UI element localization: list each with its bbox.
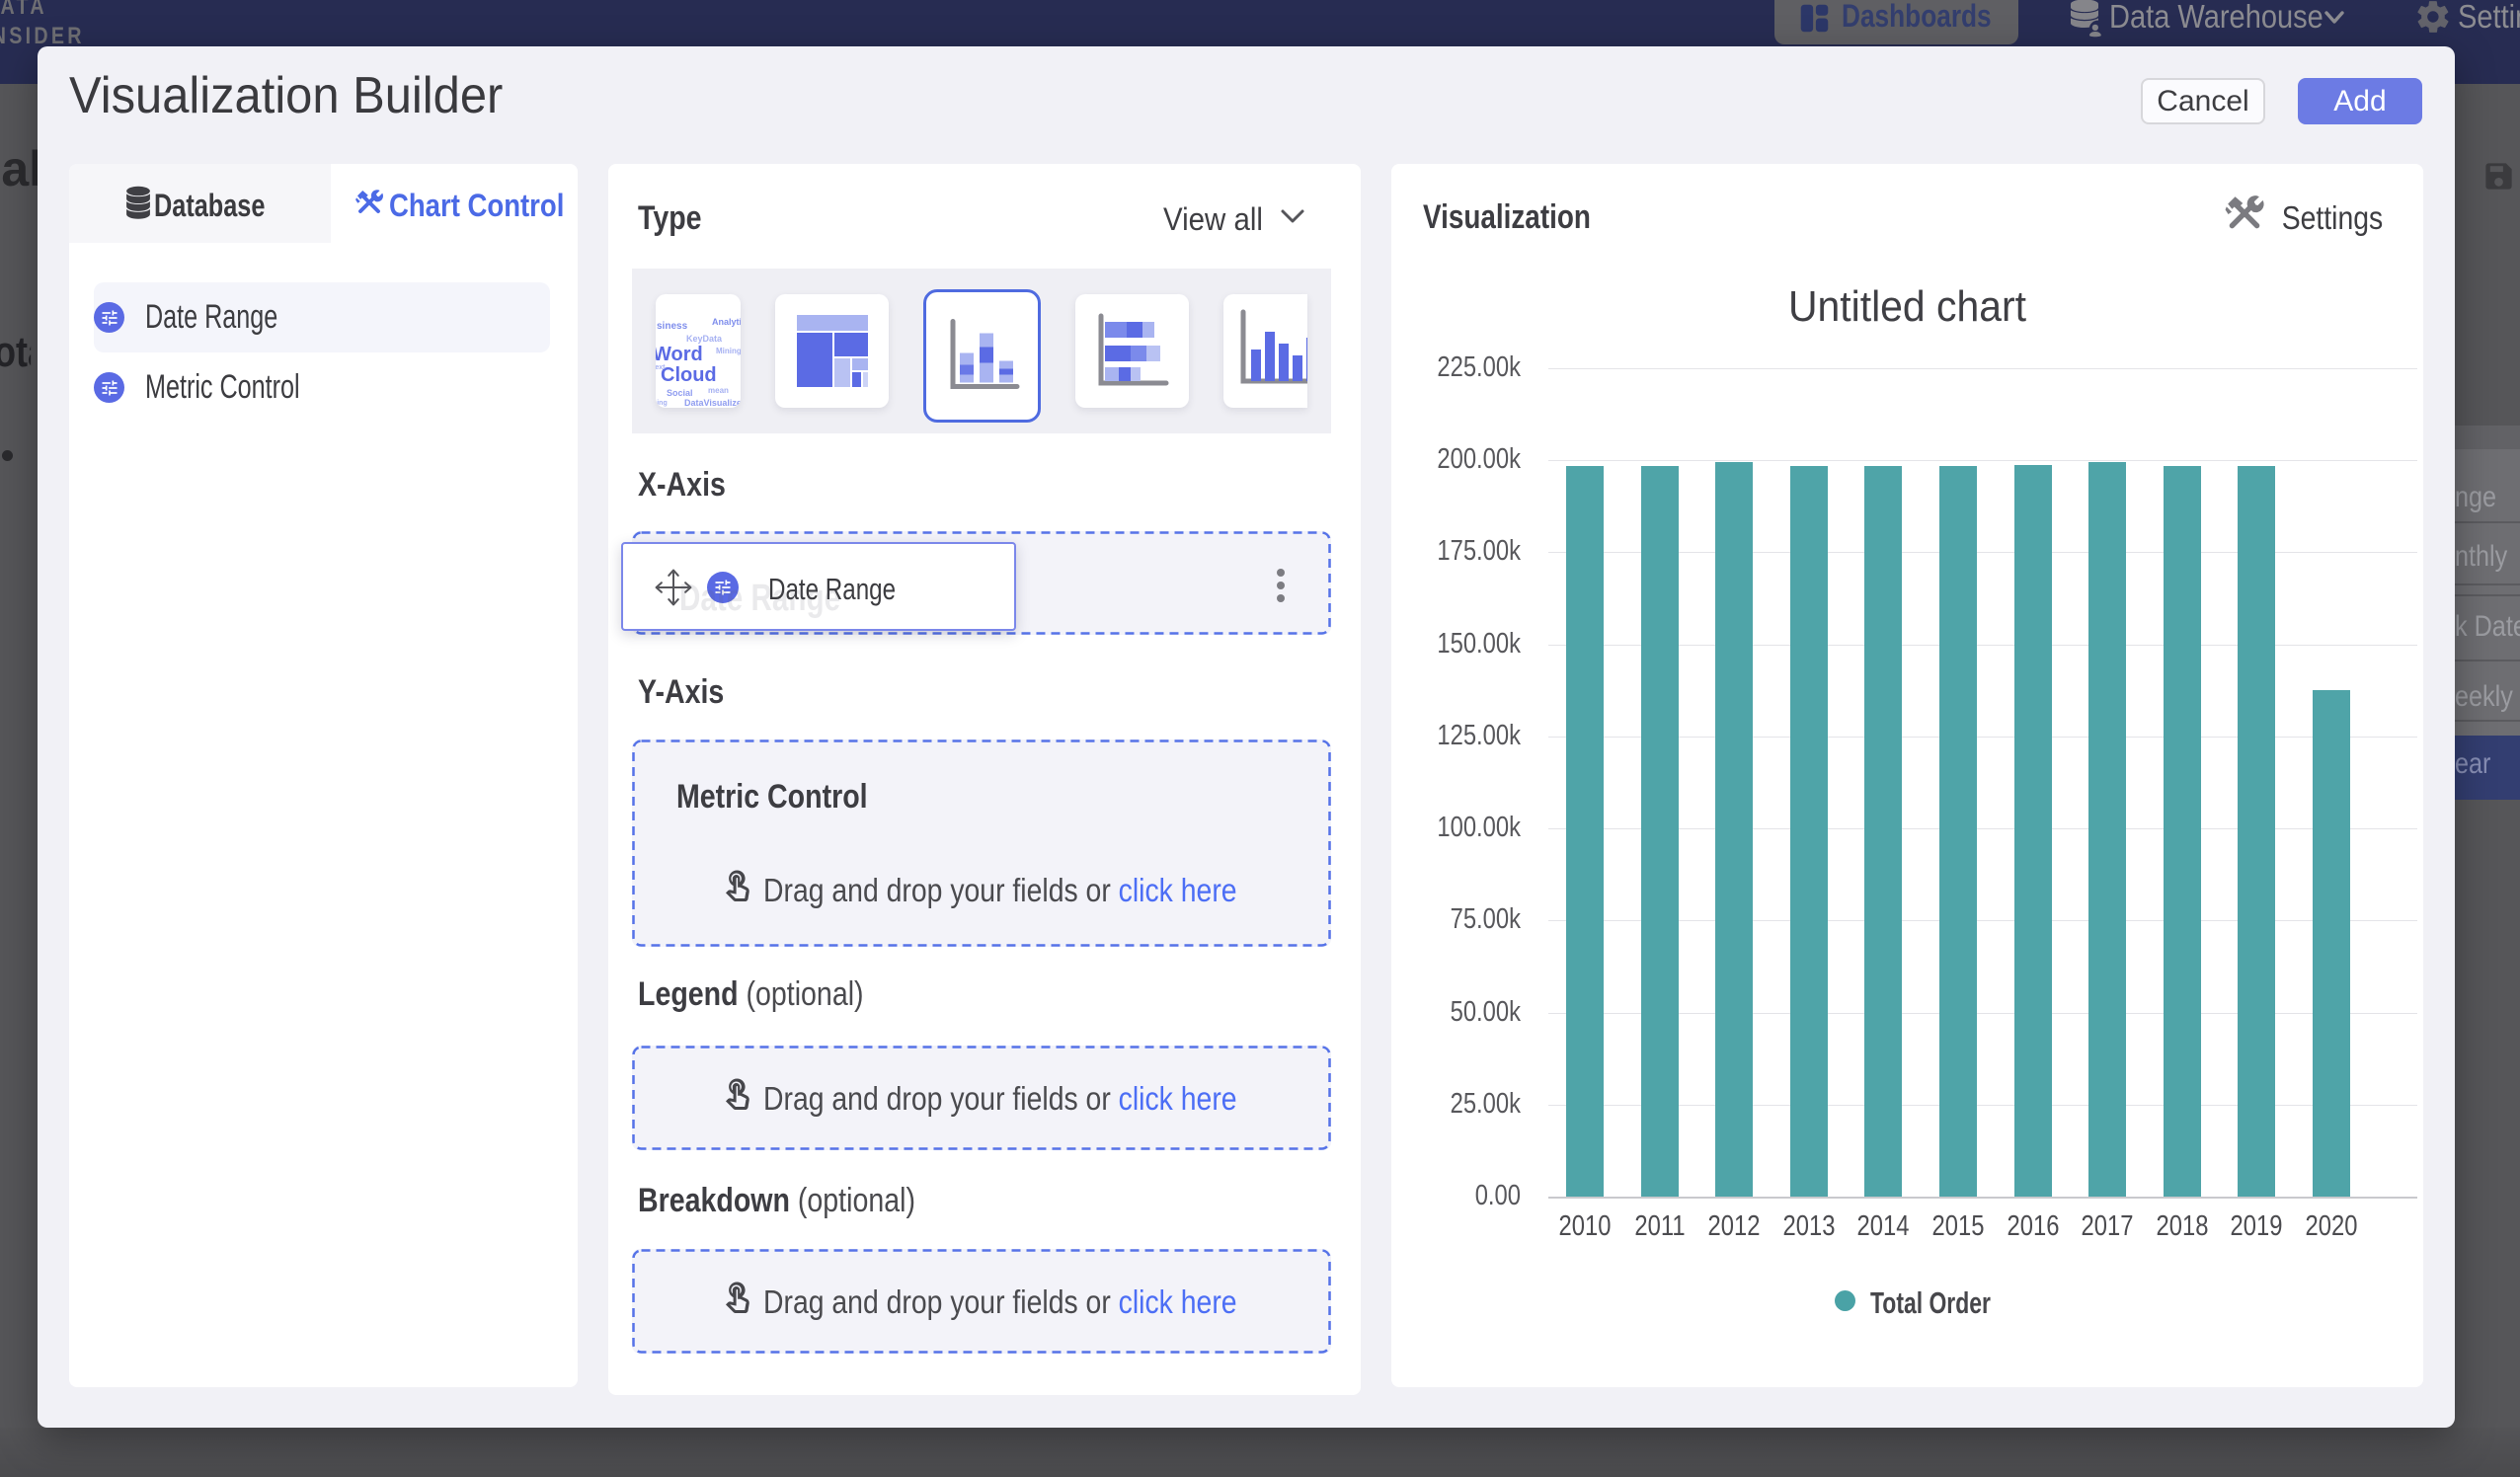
svg-text:Word: Word bbox=[656, 344, 703, 365]
svg-text:KeyData: KeyData bbox=[686, 334, 723, 344]
svg-text:Cloud: Cloud bbox=[661, 364, 717, 386]
svg-text:text: text bbox=[656, 364, 666, 371]
svg-text:mean: mean bbox=[708, 386, 729, 395]
svg-text:Social: Social bbox=[667, 388, 693, 398]
svg-text:ming: ming bbox=[656, 400, 668, 407]
svg-text:DataVisualize: DataVisualize bbox=[684, 398, 741, 408]
svg-text:siness: siness bbox=[657, 321, 688, 332]
svg-text:Analytics: Analytics bbox=[712, 317, 741, 327]
svg-text:Mining: Mining bbox=[716, 347, 741, 355]
